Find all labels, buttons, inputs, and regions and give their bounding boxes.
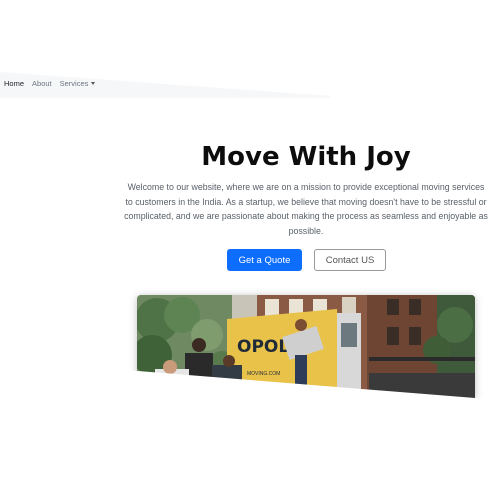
nav-home-link[interactable]: Home bbox=[4, 79, 24, 88]
nav-services-dropdown[interactable]: Services bbox=[60, 79, 96, 88]
navbar: Home About Services bbox=[4, 77, 96, 89]
page: Home About Services Move With Joy Welcom… bbox=[0, 0, 500, 500]
chevron-down-icon bbox=[91, 82, 96, 86]
nav-services-label: Services bbox=[59, 78, 89, 88]
contact-us-button[interactable]: Contact US bbox=[314, 249, 386, 271]
nav-about-link[interactable]: About bbox=[32, 79, 52, 88]
truck-small-text: MOVING.COM bbox=[247, 371, 280, 377]
page-title: Move With Joy bbox=[201, 142, 411, 172]
get-quote-button[interactable]: Get a Quote bbox=[227, 249, 302, 271]
hero-description: Welcome to our website, where we are on … bbox=[124, 182, 488, 236]
